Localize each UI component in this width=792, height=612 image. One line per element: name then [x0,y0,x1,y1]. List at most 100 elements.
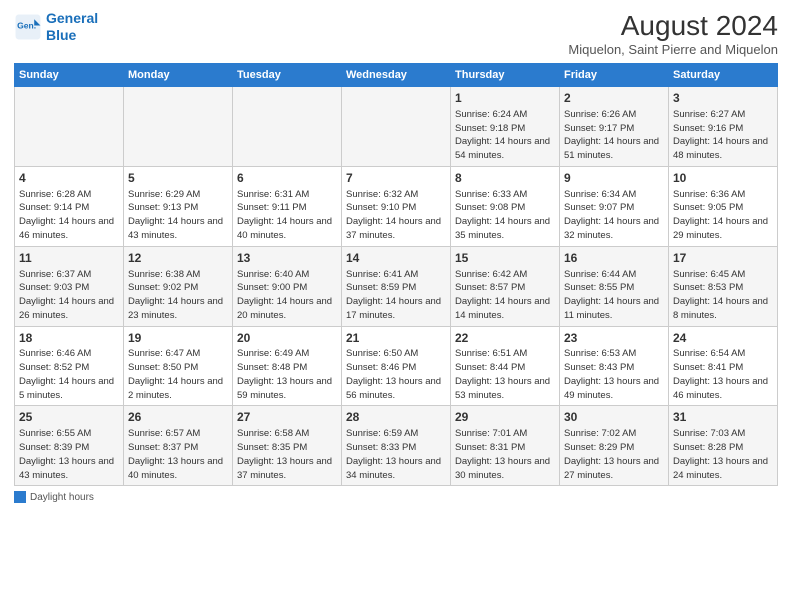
day-number: 2 [564,90,664,107]
day-number: 22 [455,330,555,347]
col-monday: Monday [124,64,233,87]
calendar-cell: 22Sunrise: 6:51 AM Sunset: 8:44 PM Dayli… [451,326,560,406]
day-number: 30 [564,409,664,426]
logo-line1: General [46,10,98,26]
day-number: 28 [346,409,446,426]
day-info: Sunrise: 7:01 AM Sunset: 8:31 PM Dayligh… [455,427,555,482]
calendar-cell: 23Sunrise: 6:53 AM Sunset: 8:43 PM Dayli… [560,326,669,406]
day-number: 27 [237,409,337,426]
day-number: 25 [19,409,119,426]
calendar-cell: 5Sunrise: 6:29 AM Sunset: 9:13 PM Daylig… [124,166,233,246]
calendar-cell: 31Sunrise: 7:03 AM Sunset: 8:28 PM Dayli… [669,406,778,486]
day-info: Sunrise: 6:59 AM Sunset: 8:33 PM Dayligh… [346,427,446,482]
col-wednesday: Wednesday [342,64,451,87]
day-info: Sunrise: 6:28 AM Sunset: 9:14 PM Dayligh… [19,188,119,243]
day-info: Sunrise: 7:02 AM Sunset: 8:29 PM Dayligh… [564,427,664,482]
col-thursday: Thursday [451,64,560,87]
calendar-cell: 6Sunrise: 6:31 AM Sunset: 9:11 PM Daylig… [233,166,342,246]
day-number: 13 [237,250,337,267]
day-info: Sunrise: 6:38 AM Sunset: 9:02 PM Dayligh… [128,268,228,323]
day-number: 26 [128,409,228,426]
calendar-cell: 4Sunrise: 6:28 AM Sunset: 9:14 PM Daylig… [15,166,124,246]
calendar-cell [233,87,342,167]
calendar-week-row: 18Sunrise: 6:46 AM Sunset: 8:52 PM Dayli… [15,326,778,406]
day-info: Sunrise: 6:58 AM Sunset: 8:35 PM Dayligh… [237,427,337,482]
calendar-cell: 25Sunrise: 6:55 AM Sunset: 8:39 PM Dayli… [15,406,124,486]
calendar-cell: 20Sunrise: 6:49 AM Sunset: 8:48 PM Dayli… [233,326,342,406]
calendar-cell: 2Sunrise: 6:26 AM Sunset: 9:17 PM Daylig… [560,87,669,167]
day-info: Sunrise: 6:34 AM Sunset: 9:07 PM Dayligh… [564,188,664,243]
col-saturday: Saturday [669,64,778,87]
day-info: Sunrise: 6:44 AM Sunset: 8:55 PM Dayligh… [564,268,664,323]
calendar-week-row: 11Sunrise: 6:37 AM Sunset: 9:03 PM Dayli… [15,246,778,326]
calendar-cell: 8Sunrise: 6:33 AM Sunset: 9:08 PM Daylig… [451,166,560,246]
day-number: 18 [19,330,119,347]
day-number: 14 [346,250,446,267]
day-number: 6 [237,170,337,187]
day-info: Sunrise: 6:33 AM Sunset: 9:08 PM Dayligh… [455,188,555,243]
day-number: 29 [455,409,555,426]
day-info: Sunrise: 6:40 AM Sunset: 9:00 PM Dayligh… [237,268,337,323]
day-info: Sunrise: 6:31 AM Sunset: 9:11 PM Dayligh… [237,188,337,243]
calendar-cell: 30Sunrise: 7:02 AM Sunset: 8:29 PM Dayli… [560,406,669,486]
logo-line2: Blue [46,27,76,43]
calendar-cell: 3Sunrise: 6:27 AM Sunset: 9:16 PM Daylig… [669,87,778,167]
day-info: Sunrise: 6:54 AM Sunset: 8:41 PM Dayligh… [673,347,773,402]
calendar-cell [342,87,451,167]
day-info: Sunrise: 6:27 AM Sunset: 9:16 PM Dayligh… [673,108,773,163]
day-number: 7 [346,170,446,187]
calendar-week-row: 4Sunrise: 6:28 AM Sunset: 9:14 PM Daylig… [15,166,778,246]
calendar-cell: 18Sunrise: 6:46 AM Sunset: 8:52 PM Dayli… [15,326,124,406]
day-info: Sunrise: 6:55 AM Sunset: 8:39 PM Dayligh… [19,427,119,482]
day-info: Sunrise: 6:42 AM Sunset: 8:57 PM Dayligh… [455,268,555,323]
day-info: Sunrise: 6:46 AM Sunset: 8:52 PM Dayligh… [19,347,119,402]
day-info: Sunrise: 6:57 AM Sunset: 8:37 PM Dayligh… [128,427,228,482]
legend-item: Daylight hours [14,491,94,503]
calendar-cell: 19Sunrise: 6:47 AM Sunset: 8:50 PM Dayli… [124,326,233,406]
legend-area: Daylight hours [14,491,778,506]
day-number: 20 [237,330,337,347]
day-info: Sunrise: 6:47 AM Sunset: 8:50 PM Dayligh… [128,347,228,402]
day-number: 31 [673,409,773,426]
header: Gen. General Blue August 2024 Miquelon, … [14,10,778,57]
day-number: 15 [455,250,555,267]
calendar-body: 1Sunrise: 6:24 AM Sunset: 9:18 PM Daylig… [15,87,778,486]
calendar-cell: 29Sunrise: 7:01 AM Sunset: 8:31 PM Dayli… [451,406,560,486]
day-number: 11 [19,250,119,267]
logo: Gen. General Blue [14,10,98,44]
calendar-cell: 26Sunrise: 6:57 AM Sunset: 8:37 PM Dayli… [124,406,233,486]
day-number: 3 [673,90,773,107]
svg-text:Gen.: Gen. [17,20,36,30]
day-info: Sunrise: 6:51 AM Sunset: 8:44 PM Dayligh… [455,347,555,402]
day-number: 1 [455,90,555,107]
calendar-cell: 17Sunrise: 6:45 AM Sunset: 8:53 PM Dayli… [669,246,778,326]
day-info: Sunrise: 6:32 AM Sunset: 9:10 PM Dayligh… [346,188,446,243]
day-number: 5 [128,170,228,187]
day-info: Sunrise: 6:29 AM Sunset: 9:13 PM Dayligh… [128,188,228,243]
calendar-cell: 10Sunrise: 6:36 AM Sunset: 9:05 PM Dayli… [669,166,778,246]
day-info: Sunrise: 7:03 AM Sunset: 8:28 PM Dayligh… [673,427,773,482]
day-number: 4 [19,170,119,187]
calendar-cell: 24Sunrise: 6:54 AM Sunset: 8:41 PM Dayli… [669,326,778,406]
calendar-cell: 7Sunrise: 6:32 AM Sunset: 9:10 PM Daylig… [342,166,451,246]
calendar-table: Sunday Monday Tuesday Wednesday Thursday… [14,63,778,486]
day-number: 16 [564,250,664,267]
calendar-cell: 14Sunrise: 6:41 AM Sunset: 8:59 PM Dayli… [342,246,451,326]
calendar-cell: 21Sunrise: 6:50 AM Sunset: 8:46 PM Dayli… [342,326,451,406]
day-info: Sunrise: 6:41 AM Sunset: 8:59 PM Dayligh… [346,268,446,323]
calendar-cell: 1Sunrise: 6:24 AM Sunset: 9:18 PM Daylig… [451,87,560,167]
subtitle: Miquelon, Saint Pierre and Miquelon [568,42,778,57]
main-title: August 2024 [568,10,778,42]
calendar-cell [15,87,124,167]
calendar-cell: 28Sunrise: 6:59 AM Sunset: 8:33 PM Dayli… [342,406,451,486]
calendar-cell [124,87,233,167]
day-number: 17 [673,250,773,267]
day-number: 19 [128,330,228,347]
logo-icon: Gen. [14,13,42,41]
day-info: Sunrise: 6:36 AM Sunset: 9:05 PM Dayligh… [673,188,773,243]
day-number: 9 [564,170,664,187]
day-number: 24 [673,330,773,347]
calendar-cell: 9Sunrise: 6:34 AM Sunset: 9:07 PM Daylig… [560,166,669,246]
day-info: Sunrise: 6:53 AM Sunset: 8:43 PM Dayligh… [564,347,664,402]
day-info: Sunrise: 6:26 AM Sunset: 9:17 PM Dayligh… [564,108,664,163]
